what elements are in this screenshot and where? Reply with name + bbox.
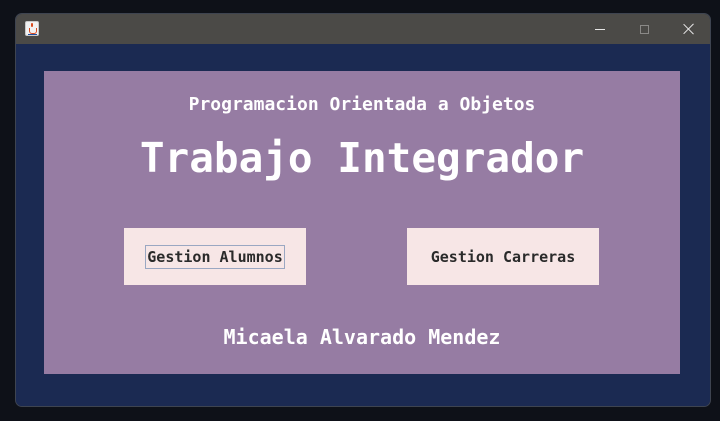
page-title: Trabajo Integrador bbox=[139, 134, 585, 182]
app-window: Programacion Orientada a Objetos Trabajo… bbox=[15, 13, 711, 407]
author-name: Micaela Alvarado Mendez bbox=[223, 325, 501, 349]
main-panel: Programacion Orientada a Objetos Trabajo… bbox=[44, 71, 680, 374]
gestion-alumnos-button[interactable]: Gestion Alumnos bbox=[124, 228, 306, 285]
maximize-button[interactable] bbox=[621, 14, 667, 44]
close-button[interactable] bbox=[666, 14, 710, 44]
minimize-icon bbox=[595, 28, 605, 30]
maximize-icon bbox=[639, 24, 649, 34]
gestion-carreras-button[interactable]: Gestion Carreras bbox=[407, 228, 599, 285]
close-icon bbox=[683, 23, 695, 35]
java-cup-icon[interactable] bbox=[25, 21, 39, 36]
course-subtitle: Programacion Orientada a Objetos bbox=[188, 94, 536, 115]
gestion-carreras-label: Gestion Carreras bbox=[430, 247, 576, 266]
content-pane: Programacion Orientada a Objetos Trabajo… bbox=[16, 44, 710, 406]
title-bar[interactable] bbox=[16, 14, 710, 44]
minimize-button[interactable] bbox=[577, 14, 623, 44]
gestion-alumnos-label: Gestion Alumnos bbox=[145, 244, 285, 269]
